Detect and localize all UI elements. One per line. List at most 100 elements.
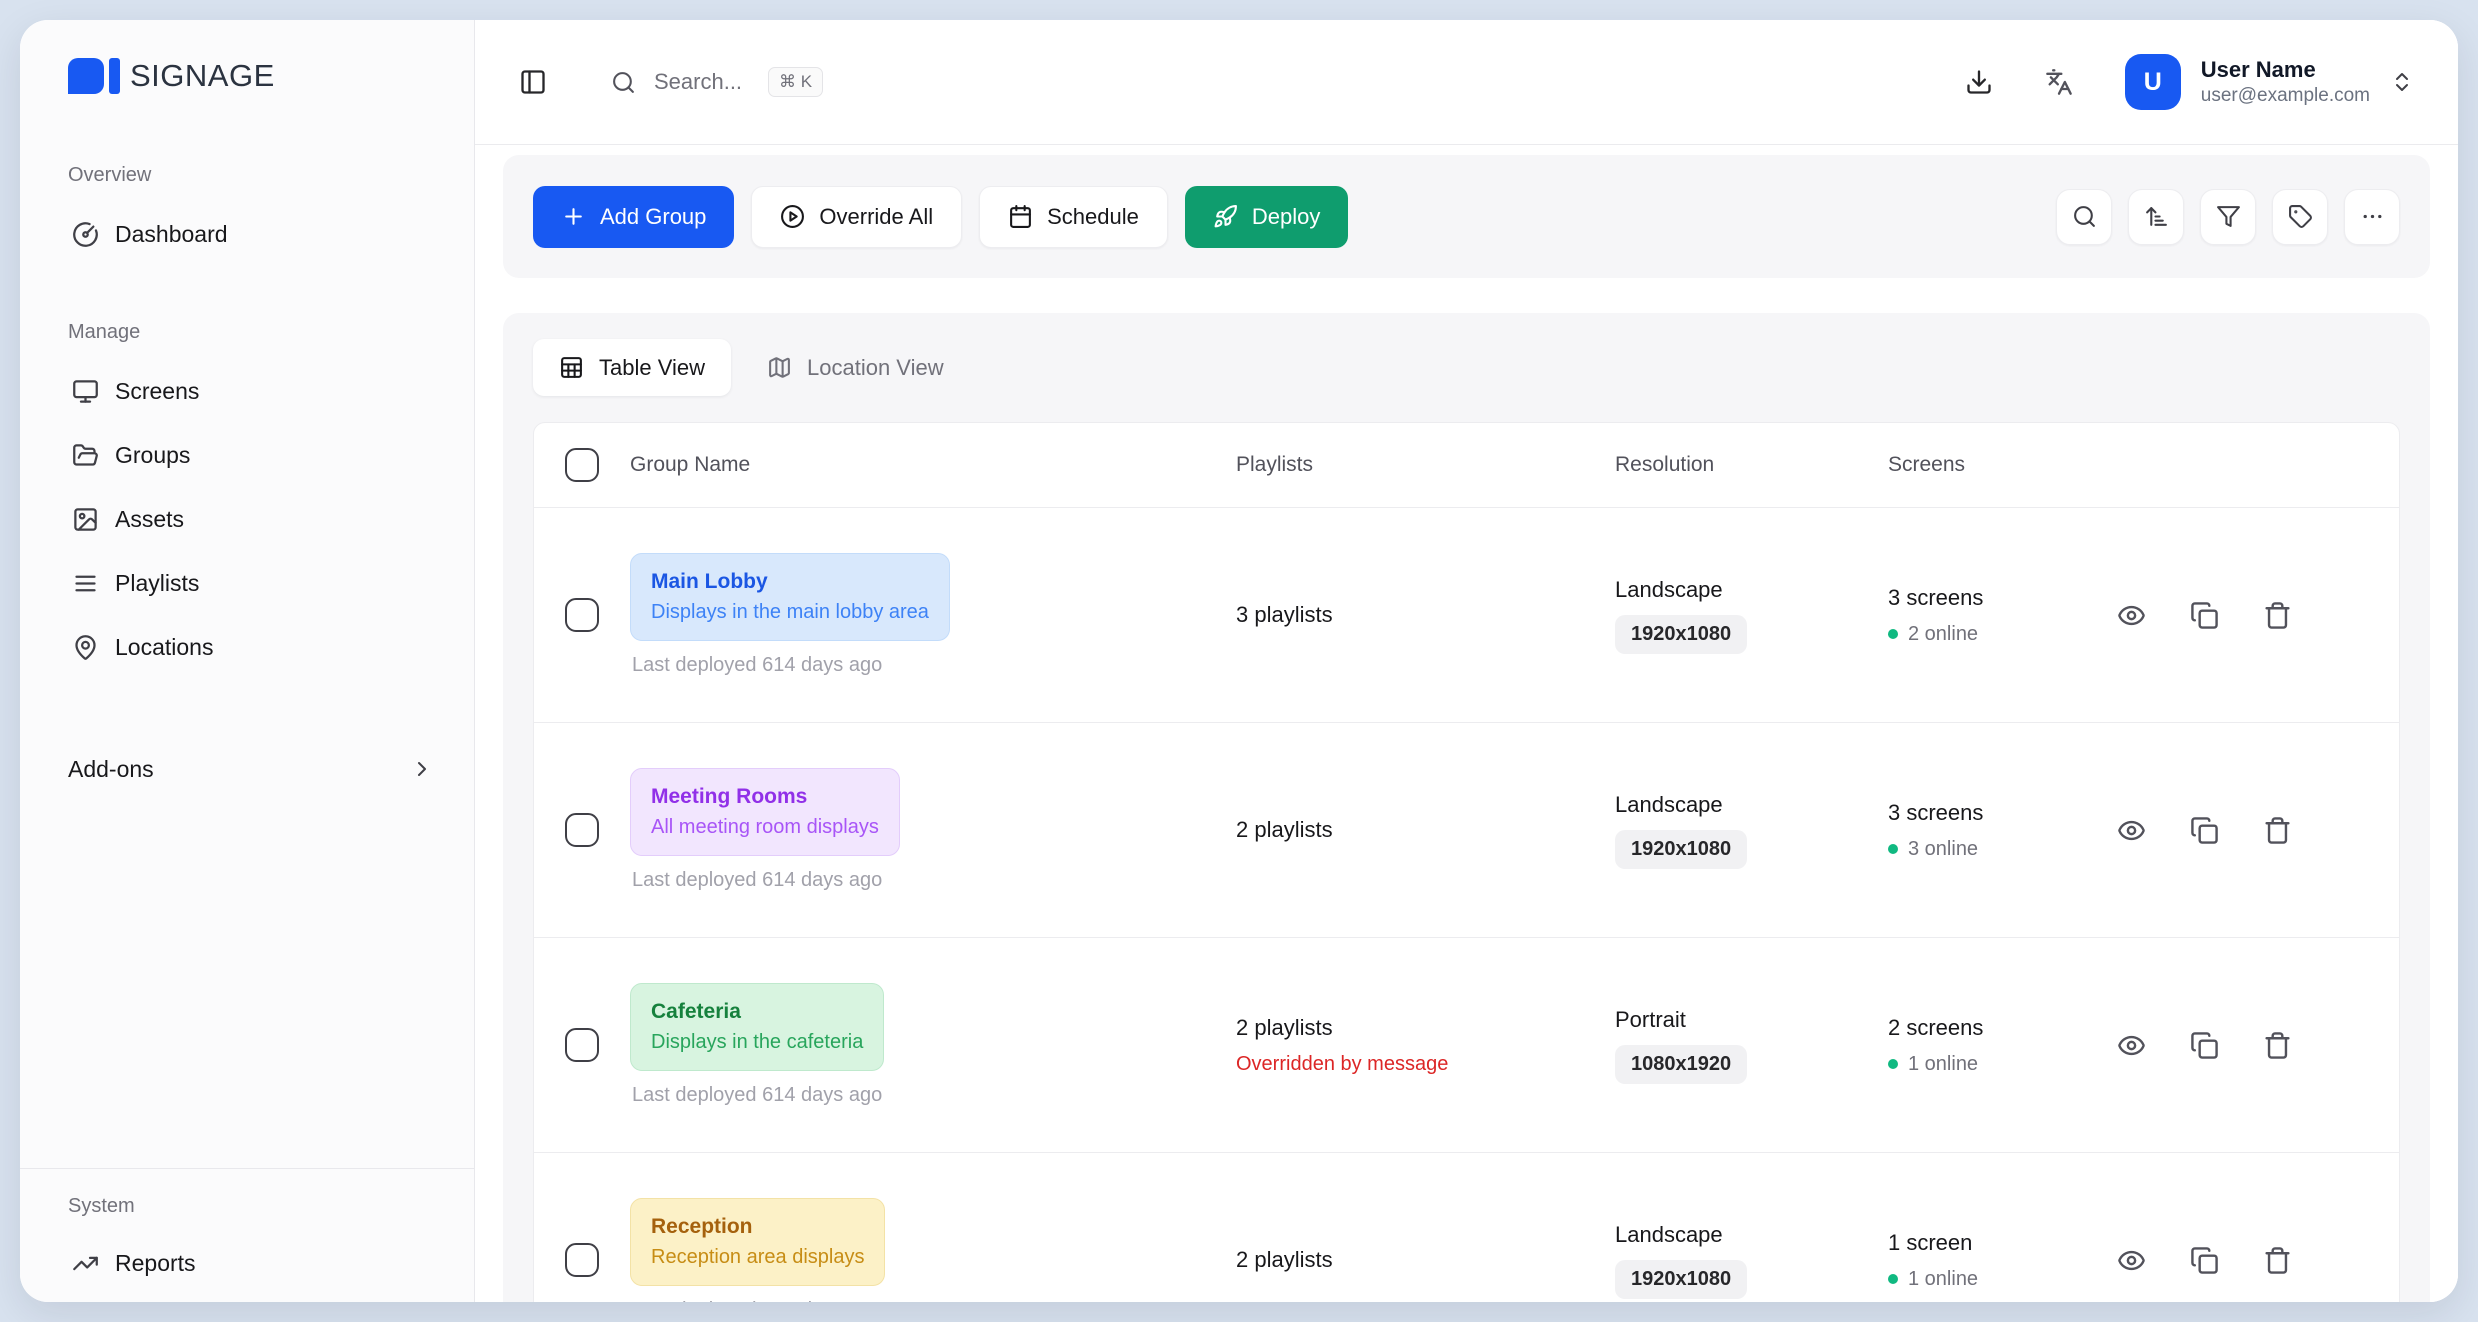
row-actions [2095,601,2399,630]
sidebar-item-playlists[interactable]: Playlists [54,554,456,612]
last-deployed-text: Last deployed 614 days ago [630,654,1236,677]
deploy-label: Deploy [1252,204,1320,230]
resolution-badge: 1920x1080 [1615,830,1747,869]
playlists-count: 3 playlists [1236,602,1615,628]
sidebar-section-manage: Manage Screens Groups Assets [20,321,474,682]
more-options-button[interactable] [2344,189,2400,245]
row-actions [2095,1031,2399,1060]
view-button[interactable] [2117,816,2146,845]
sidebar-item-dashboard[interactable]: Dashboard [54,205,456,263]
table-search-button[interactable] [2056,189,2112,245]
delete-button[interactable] [2263,601,2292,630]
sidebar-item-addons[interactable]: Add-ons [54,740,456,798]
section-label-manage: Manage [20,321,474,344]
search-shortcut-kbd: ⌘ K [768,67,823,97]
orientation-text: Landscape [1615,577,1888,603]
group-description: Reception area displays [651,1243,864,1272]
sidebar-item-locations[interactable]: Locations [54,618,456,676]
override-all-button[interactable]: Override All [751,186,962,248]
playlists-cell: 2 playlists [1236,1247,1615,1273]
screens-count: 3 screens [1888,800,2095,826]
screens-cell: 3 screens 3 online [1888,800,2095,861]
group-name-cell: Meeting Rooms All meeting room displays … [630,768,1236,891]
header-actions: U User Name user@example.com [1965,54,2414,110]
orientation-text: Landscape [1615,1222,1888,1248]
view-button[interactable] [2117,601,2146,630]
copy-icon [2190,816,2219,845]
tab-location-view[interactable]: Location View [741,339,970,396]
delete-button[interactable] [2263,1031,2292,1060]
download-button[interactable] [1965,68,1993,96]
online-dot-icon [1888,844,1898,854]
override-all-label: Override All [819,204,933,230]
view-button[interactable] [2117,1246,2146,1275]
duplicate-button[interactable] [2190,1246,2219,1275]
global-search[interactable]: Search... ⌘ K [611,67,823,97]
tab-table-view[interactable]: Table View [533,339,731,396]
table-row: Cafeteria Displays in the cafeteria Last… [534,937,2399,1152]
user-meta: User Name user@example.com [2201,56,2370,107]
sidebar: SIGNAGE Overview Dashboard Manage Screen… [20,20,475,1302]
group-badge[interactable]: Main Lobby Displays in the main lobby ar… [630,553,950,640]
table-body: Main Lobby Displays in the main lobby ar… [534,507,2399,1302]
view-button[interactable] [2117,1031,2146,1060]
plus-icon [561,204,586,229]
screens-cell: 3 screens 2 online [1888,585,2095,646]
user-menu[interactable]: U User Name user@example.com [2125,54,2414,110]
screens-count: 1 screen [1888,1230,2095,1256]
trash-icon [2263,816,2292,845]
row-checkbox[interactable] [565,1243,599,1277]
sort-button[interactable] [2128,189,2184,245]
delete-button[interactable] [2263,816,2292,845]
main-area: Search... ⌘ K U User Name [475,20,2458,1302]
search-icon [2072,204,2097,229]
sidebar-item-screens[interactable]: Screens [54,362,456,420]
online-count: 2 online [1908,623,1978,646]
delete-button[interactable] [2263,1246,2292,1275]
select-all-checkbox[interactable] [565,448,599,482]
group-name: Meeting Rooms [651,782,879,812]
chevron-right-icon [410,757,434,781]
filter-button[interactable] [2200,189,2256,245]
sidebar-item-label: Playlists [115,570,199,597]
gauge-icon [72,221,99,248]
row-checkbox[interactable] [565,813,599,847]
online-dot-icon [1888,1274,1898,1284]
row-actions [2095,1246,2399,1275]
group-name-cell: Reception Reception area displays Last d… [630,1198,1236,1302]
resolution-badge: 1920x1080 [1615,1260,1747,1299]
duplicate-button[interactable] [2190,1031,2219,1060]
duplicate-button[interactable] [2190,816,2219,845]
row-checkbox[interactable] [565,1028,599,1062]
eye-icon [2117,1031,2146,1060]
schedule-button[interactable]: Schedule [979,186,1168,248]
tag-icon [2288,204,2313,229]
monitor-icon [72,378,99,405]
sidebar-toggle-button[interactable] [519,68,547,96]
group-name: Main Lobby [651,567,929,597]
screens-count: 2 screens [1888,1015,2095,1041]
group-name-cell: Cafeteria Displays in the cafeteria Last… [630,983,1236,1106]
group-badge[interactable]: Meeting Rooms All meeting room displays [630,768,900,855]
add-group-button[interactable]: Add Group [533,186,734,248]
sidebar-item-groups[interactable]: Groups [54,426,456,484]
tags-button[interactable] [2272,189,2328,245]
sidebar-item-label: Reports [115,1250,196,1277]
online-count: 3 online [1908,838,1978,861]
schedule-label: Schedule [1047,204,1139,230]
language-button[interactable] [2045,68,2073,96]
playlists-count: 2 playlists [1236,817,1615,843]
list-icon [72,570,99,597]
deploy-button[interactable]: Deploy [1185,186,1348,248]
duplicate-button[interactable] [2190,601,2219,630]
group-badge[interactable]: Reception Reception area displays [630,1198,885,1285]
group-badge[interactable]: Cafeteria Displays in the cafeteria [630,983,884,1070]
groups-table: Group Name Playlists Resolution Screens … [533,422,2400,1302]
row-checkbox[interactable] [565,598,599,632]
trash-icon [2263,1246,2292,1275]
group-description: Displays in the main lobby area [651,598,929,627]
playlists-cell: 2 playlists Overridden by message [1236,1015,1615,1076]
sidebar-item-reports[interactable]: Reports [54,1234,456,1292]
sidebar-item-assets[interactable]: Assets [54,490,456,548]
sidebar-item-label: Assets [115,506,184,533]
